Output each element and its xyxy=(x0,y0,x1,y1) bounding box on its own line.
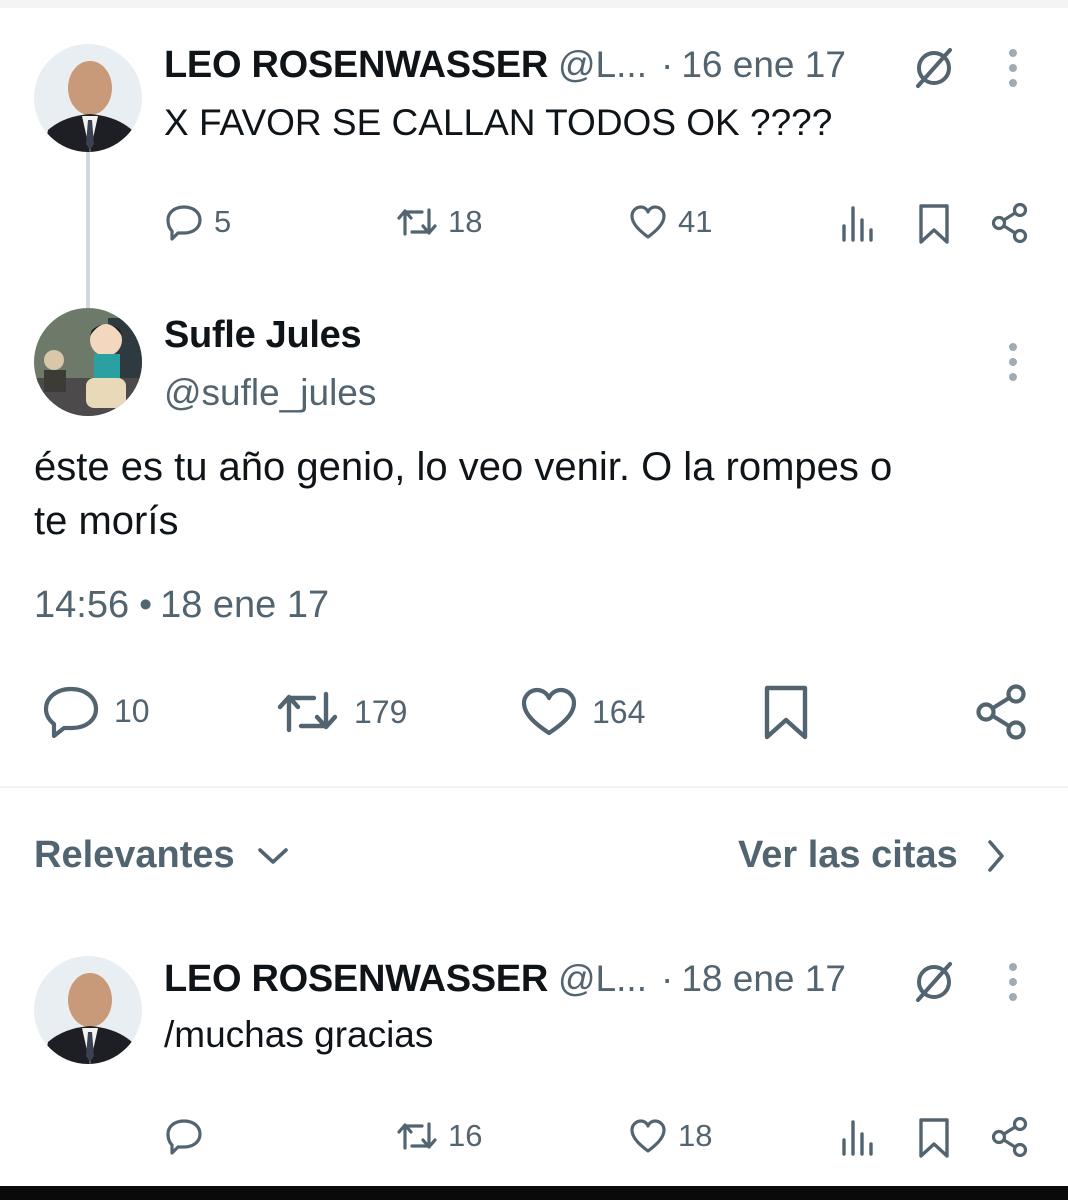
tweet-date[interactable]: 16 ene 17 xyxy=(681,44,846,86)
quotes-link[interactable]: Ver las citas xyxy=(738,834,1006,877)
tweet-date[interactable]: 18 ene 17 xyxy=(681,958,846,1000)
like-button[interactable]: 41 xyxy=(628,202,712,242)
retweet-count: 179 xyxy=(354,693,408,730)
chevron-right-icon xyxy=(986,839,1006,873)
author-handle[interactable]: @L... xyxy=(558,958,647,1000)
reply-count: 5 xyxy=(214,204,232,239)
retweet-button[interactable]: 18 xyxy=(396,202,482,242)
share-button[interactable] xyxy=(990,202,1030,244)
tweet-text-line: te morís xyxy=(34,499,179,543)
tweet-text: /muchas gracias xyxy=(164,1014,434,1055)
retweet-icon xyxy=(276,686,340,738)
quotes-label: Ver las citas xyxy=(738,834,958,876)
more-icon[interactable] xyxy=(1006,342,1020,382)
views-button[interactable] xyxy=(840,204,876,242)
reply-button[interactable]: 5 xyxy=(164,202,231,242)
bookmark-icon xyxy=(916,202,952,246)
share-icon xyxy=(974,684,1030,740)
bookmark-icon xyxy=(916,1116,952,1160)
retweet-count: 16 xyxy=(448,1118,483,1153)
reply-button[interactable]: 10 xyxy=(42,684,150,738)
reply-icon xyxy=(164,1116,204,1156)
grok-icon[interactable] xyxy=(910,44,958,92)
reply-button[interactable] xyxy=(164,1116,214,1156)
share-button[interactable] xyxy=(990,1116,1030,1158)
retweet-icon xyxy=(396,1116,438,1156)
tweet-header: LEO ROSENWASSER @L... · 16 ene 17 xyxy=(164,44,846,87)
author-name[interactable]: Sufle Jules xyxy=(164,314,362,357)
chevron-down-icon xyxy=(257,846,289,866)
divider xyxy=(0,786,1068,788)
tweet-header: Sufle Jules xyxy=(164,314,362,357)
author-name[interactable]: LEO ROSENWASSER xyxy=(164,958,548,1001)
avatar[interactable] xyxy=(34,956,142,1064)
share-icon xyxy=(990,202,1030,244)
bookmark-button[interactable] xyxy=(916,1116,952,1160)
more-icon[interactable] xyxy=(1006,48,1020,88)
author-handle[interactable]: @L... xyxy=(558,44,647,86)
like-icon xyxy=(628,1116,668,1156)
like-button[interactable]: 164 xyxy=(520,686,645,738)
avatar-leo-image xyxy=(34,44,142,152)
status-strip xyxy=(0,0,1068,8)
bookmark-button[interactable] xyxy=(762,684,810,742)
nav-bar-strip xyxy=(0,1186,1068,1200)
sort-label: Relevantes xyxy=(34,834,235,876)
avatar-sufle-image xyxy=(34,308,142,416)
like-count: 41 xyxy=(678,204,713,239)
more-icon[interactable] xyxy=(1006,962,1020,1002)
avatar[interactable] xyxy=(34,44,142,152)
bookmark-button[interactable] xyxy=(916,202,952,246)
reply-icon xyxy=(164,202,204,242)
like-count: 164 xyxy=(592,693,646,730)
timestamp-row: 14:56 • 18 ene 17 xyxy=(34,584,329,627)
handle-row: @sufle_jules xyxy=(164,372,376,414)
tweet-time[interactable]: 14:56 xyxy=(34,584,129,627)
tweet-text-line: éste es tu año genio, lo veo venir. O la… xyxy=(34,445,893,489)
tweet-text: éste es tu año genio, lo veo venir. O la… xyxy=(34,440,892,548)
sort-dropdown[interactable]: Relevantes xyxy=(34,834,289,877)
reply-icon xyxy=(42,684,100,738)
like-icon xyxy=(520,686,578,738)
separator-dot: · xyxy=(660,958,674,999)
views-icon xyxy=(840,204,876,242)
separator-dot: • xyxy=(139,584,153,625)
views-icon xyxy=(840,1118,876,1156)
grok-icon[interactable] xyxy=(910,958,958,1006)
like-count: 18 xyxy=(678,1118,713,1153)
retweet-button[interactable]: 179 xyxy=(276,686,407,738)
retweet-button[interactable]: 16 xyxy=(396,1116,482,1156)
retweet-count: 18 xyxy=(448,204,483,239)
tweet-date[interactable]: 18 ene 17 xyxy=(160,584,329,627)
retweet-icon xyxy=(396,202,438,242)
bookmark-icon xyxy=(762,684,810,742)
avatar[interactable] xyxy=(34,308,142,416)
like-button[interactable]: 18 xyxy=(628,1116,712,1156)
author-handle[interactable]: @sufle_jules xyxy=(164,372,376,414)
like-icon xyxy=(628,202,668,242)
avatar-leo-image xyxy=(34,956,142,1064)
tweet-text: X FAVOR SE CALLAN TODOS OK ???? xyxy=(164,102,833,143)
separator-dot: · xyxy=(660,44,674,85)
views-button[interactable] xyxy=(840,1118,876,1156)
thread-line xyxy=(86,152,90,308)
author-name[interactable]: LEO ROSENWASSER xyxy=(164,44,548,87)
share-button[interactable] xyxy=(974,684,1030,740)
tweet-header: LEO ROSENWASSER @L... · 18 ene 17 xyxy=(164,958,846,1001)
reply-count: 10 xyxy=(114,692,150,729)
share-icon xyxy=(990,1116,1030,1158)
